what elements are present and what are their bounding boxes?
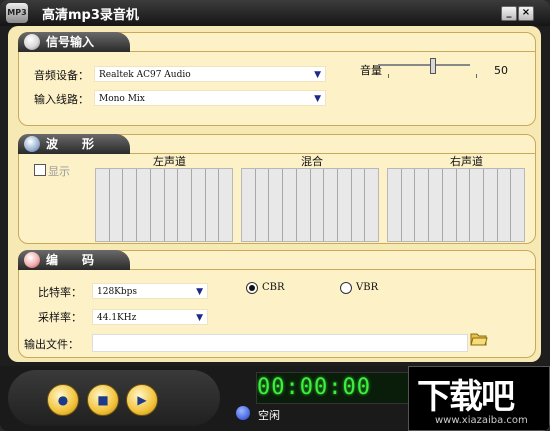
encode-panel-header: 编 码 (18, 250, 130, 270)
input-panel-header: 信号输入 (18, 32, 130, 52)
status-text: 空闲 (258, 409, 280, 422)
record-icon: ● (57, 393, 69, 407)
vbr-label: VBR (356, 282, 379, 293)
volume-value: 50 (494, 64, 508, 77)
vbr-radio[interactable] (340, 282, 352, 294)
mix-label: 混合 (301, 155, 323, 168)
left-channel-label: 左声道 (153, 155, 186, 168)
right-channel-meter (387, 168, 525, 242)
status-indicator-icon (236, 406, 250, 420)
stop-button[interactable]: ■ (87, 384, 119, 416)
audio-device-label: 音频设备： (34, 69, 89, 82)
samplerate-select[interactable]: 44.1KHz ▼ (92, 309, 208, 325)
show-label: 显示 (48, 165, 70, 178)
show-checkbox[interactable] (34, 164, 46, 176)
wave-icon (24, 136, 40, 152)
chevron-down-icon: ▼ (196, 313, 203, 323)
stop-icon: ■ (97, 393, 109, 407)
output-file-label: 输出文件： (24, 338, 79, 351)
minimize-button[interactable]: _ (501, 6, 517, 21)
music-note-icon (24, 252, 40, 268)
chevron-down-icon: ▼ (314, 94, 321, 104)
play-button[interactable]: ▶ (126, 384, 158, 416)
app-window: MP3 高清mp3录音机 _ × 信号输入 音频设备： Realtek AC97… (0, 0, 550, 431)
close-button[interactable]: × (518, 6, 534, 21)
record-button[interactable]: ● (47, 384, 79, 416)
speaker-icon (24, 34, 40, 50)
time-display: 00:00:00 (256, 372, 410, 404)
slider-tick (388, 74, 389, 78)
volume-slider-thumb[interactable] (430, 58, 436, 74)
chevron-down-icon: ▼ (196, 287, 203, 297)
volume-slider-track[interactable] (378, 64, 470, 66)
watermark-url: www.xiazaiba.com (435, 415, 528, 426)
slider-tick (476, 74, 477, 78)
cbr-radio[interactable] (246, 282, 258, 294)
samplerate-label: 采样率： (38, 311, 82, 324)
chevron-down-icon: ▼ (314, 70, 321, 80)
folder-open-icon[interactable] (470, 331, 488, 347)
watermark-logo: 下载吧 (417, 377, 515, 417)
bitrate-label: 比特率： (38, 286, 82, 299)
input-line-label: 输入线路： (34, 93, 89, 106)
window-title: 高清mp3录音机 (42, 8, 139, 23)
watermark: 下载吧 www.xiazaiba.com (408, 366, 550, 431)
play-icon: ▶ (137, 393, 147, 407)
app-icon: MP3 (6, 3, 28, 23)
audio-device-select[interactable]: Realtek AC97 Audio ▼ (94, 66, 326, 82)
wave-panel-header: 波 形 (18, 134, 130, 154)
left-channel-meter (95, 168, 233, 242)
input-line-select[interactable]: Mono Mix ▼ (94, 90, 326, 106)
bitrate-select[interactable]: 128Kbps ▼ (92, 283, 208, 299)
output-file-input[interactable] (92, 334, 468, 352)
right-channel-label: 右声道 (450, 155, 483, 168)
title-bar[interactable]: MP3 高清mp3录音机 _ × (0, 0, 550, 26)
mix-meter (241, 168, 379, 242)
cbr-label: CBR (262, 282, 285, 293)
